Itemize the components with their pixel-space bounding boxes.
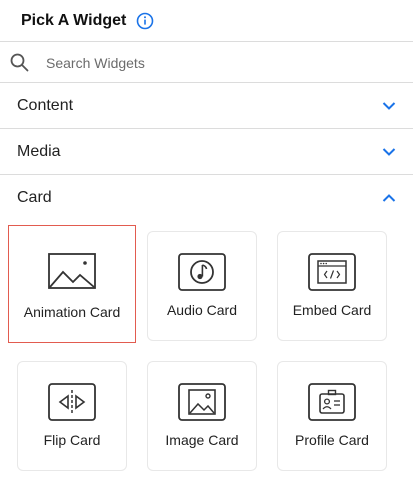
- widget-embed-card[interactable]: Embed Card: [277, 231, 387, 341]
- image-landscape-icon: [48, 252, 96, 292]
- panel-header: Pick A Widget: [0, 0, 413, 42]
- panel-title: Pick A Widget: [21, 11, 127, 29]
- code-window-icon: [308, 252, 356, 292]
- id-badge-icon: [308, 382, 356, 422]
- chevron-up-icon: [382, 191, 396, 205]
- widget-audio-card[interactable]: Audio Card: [147, 231, 257, 341]
- widget-flip-card[interactable]: Flip Card: [17, 361, 127, 471]
- widget-animation-card[interactable]: Animation Card: [8, 225, 136, 343]
- search-icon: [10, 53, 29, 72]
- section-content-label: Content: [17, 96, 74, 114]
- widget-label: Profile Card: [295, 432, 369, 448]
- widget-profile-card[interactable]: Profile Card: [277, 361, 387, 471]
- widget-label: Flip Card: [43, 432, 101, 448]
- chevron-down-icon: [382, 145, 396, 159]
- search-input[interactable]: [46, 50, 396, 76]
- music-note-icon: [178, 252, 226, 292]
- widget-label: Embed Card: [292, 302, 372, 318]
- section-card-label: Card: [17, 189, 52, 206]
- section-card[interactable]: Card: [0, 175, 413, 221]
- info-icon[interactable]: [136, 12, 154, 30]
- section-media[interactable]: Media: [0, 129, 413, 175]
- section-media-label: Media: [17, 142, 61, 160]
- widget-label: Animation Card: [23, 304, 121, 320]
- widget-image-card[interactable]: Image Card: [147, 361, 257, 471]
- widget-label: Image Card: [165, 432, 239, 448]
- card-widget-grid: Animation Card Audio Card Embed Card Fli…: [0, 222, 413, 478]
- section-content[interactable]: Content: [0, 83, 413, 129]
- search-bar: [0, 42, 413, 83]
- chevron-down-icon: [382, 99, 396, 113]
- flip-horizontal-icon: [48, 382, 96, 422]
- image-icon: [178, 382, 226, 422]
- widget-label: Audio Card: [166, 302, 238, 318]
